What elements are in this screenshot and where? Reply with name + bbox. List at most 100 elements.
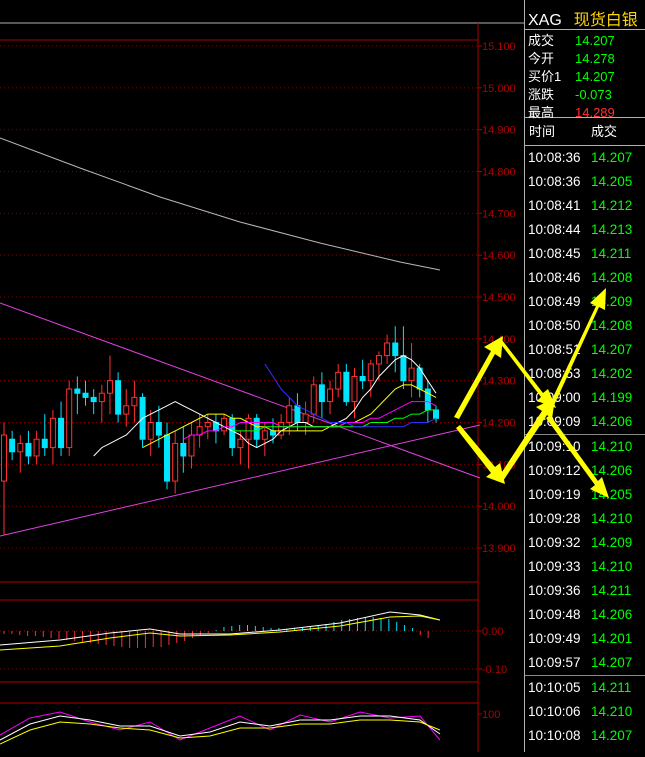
macd-dif-line [0, 611, 441, 646]
quote-label: 今开 [528, 51, 555, 66]
tick-row[interactable]: 10:08:49 14.209 [525, 290, 645, 314]
tick-time: 10:08:36 [528, 150, 581, 165]
tick-price: 14.211 [591, 583, 632, 598]
price-axis-label: 14.300 [482, 376, 516, 388]
moving-average-line [232, 409, 436, 432]
candle-body [237, 438, 244, 449]
tick-time: 10:09:09 [528, 414, 581, 429]
price-axis-label: 14.000 [482, 501, 516, 513]
tick-row[interactable]: 10:08:53 14.202 [525, 362, 645, 386]
candle-body [90, 396, 97, 403]
price-column-header: 成交 [591, 124, 618, 139]
candle-body [106, 380, 113, 394]
ticks-header: 时间 成交 [525, 118, 645, 146]
quote-label: 涨跌 [528, 87, 555, 102]
time-column-header: 时间 [529, 124, 556, 139]
candle-body [261, 430, 268, 440]
tick-row[interactable]: 10:08:36 14.207 [525, 146, 645, 170]
candle-body [25, 442, 32, 457]
tick-row[interactable]: 10:09:48 14.206 [525, 603, 645, 627]
tick-time: 10:10:06 [528, 704, 581, 719]
tick-time: 10:09:57 [528, 655, 581, 670]
instrument-name: 现货白银 [573, 12, 638, 29]
tick-time: 10:08:46 [528, 270, 581, 285]
price-axis-label: 14.900 [482, 125, 516, 137]
candle-body [41, 438, 48, 449]
candle-body [327, 388, 334, 403]
tick-row[interactable]: 10:08:50 14.208 [525, 314, 645, 338]
tick-price: 14.210 [591, 439, 633, 454]
tick-time: 10:09:48 [528, 607, 581, 622]
candle-body [1, 434, 7, 482]
candle-body [49, 417, 56, 449]
price-axis-label: 13.900 [482, 543, 516, 555]
tick-time: 10:09:49 [528, 631, 581, 646]
tick-price: 14.210 [591, 704, 633, 719]
candle-body [172, 442, 179, 482]
tick-row[interactable]: 10:09:19 14.205 [525, 483, 645, 507]
tick-row[interactable]: 10:08:36 14.205 [525, 170, 645, 194]
quote-row: 今开 14.278 [525, 50, 645, 68]
tick-time: 10:08:53 [528, 366, 581, 381]
tick-row[interactable]: 10:10:05 14.211 [525, 676, 645, 700]
quote-value: 14.207 [575, 33, 615, 48]
tick-row[interactable]: 10:08:41 14.212 [525, 194, 645, 218]
quote-row: 买价1 14.207 [525, 68, 645, 86]
tick-row[interactable]: 10:08:51 14.207 [525, 338, 645, 362]
tick-row[interactable]: 10:09:32 14.209 [525, 531, 645, 555]
tick-price: 14.210 [591, 559, 633, 574]
candle-body [180, 442, 187, 457]
tick-price: 14.206 [591, 463, 633, 478]
tick-row[interactable]: 10:09:57 14.207 [525, 651, 645, 676]
candle-body [82, 392, 89, 398]
tick-row[interactable]: 10:09:10 14.210 [525, 435, 645, 459]
tick-row[interactable]: 10:08:44 14.213 [525, 218, 645, 242]
tick-price: 14.202 [591, 366, 633, 381]
price-axis-label: 14.200 [482, 418, 516, 430]
tick-price: 14.207 [591, 342, 633, 357]
tick-price: 14.211 [591, 680, 632, 695]
candle-body [115, 380, 122, 415]
candle-body [155, 422, 162, 436]
long-ma-line [0, 137, 441, 271]
quote-value: -0.073 [575, 87, 612, 102]
tick-row[interactable]: 10:08:45 14.211 [525, 242, 645, 266]
price-axis-label: 14.600 [482, 250, 516, 262]
tick-row[interactable]: 10:09:33 14.210 [525, 555, 645, 579]
tick-row[interactable]: 10:10:08 14.207 [525, 724, 645, 748]
price-axis-label: 14.400 [482, 334, 516, 346]
candle-body [188, 434, 195, 457]
tick-time: 10:08:51 [528, 342, 581, 357]
tick-time: 10:09:36 [528, 583, 581, 598]
tick-price: 14.213 [591, 222, 633, 237]
tick-price: 14.205 [591, 487, 633, 502]
tick-row[interactable]: 10:09:28 14.210 [525, 507, 645, 531]
candle-body [269, 430, 276, 436]
price-axis-label: 14.500 [482, 292, 516, 304]
kline-chart[interactable]: 15.100 15.000 14.900 14.800 14.700 14.600 14.5… [0, 0, 524, 752]
chart-pane[interactable]: 15.100 15.000 14.900 14.800 14.700 14.600 14.5… [0, 0, 524, 752]
tick-row[interactable]: 10:09:36 14.211 [525, 579, 645, 603]
quote-label: 买价1 [528, 69, 562, 84]
tick-price: 14.208 [591, 270, 633, 285]
candle-body [433, 409, 439, 419]
tick-time: 10:09:12 [528, 463, 581, 478]
candle-body [408, 367, 415, 382]
candle-body [359, 375, 366, 382]
candle-body [253, 417, 260, 440]
tick-row[interactable]: 10:08:46 14.208 [525, 266, 645, 290]
candle-body [74, 388, 81, 394]
tick-row[interactable]: 10:09:09 14.206 [525, 410, 645, 435]
price-axis-label: 14.100 [482, 459, 516, 471]
tick-row[interactable]: 10:10:06 14.210 [525, 700, 645, 724]
tick-row[interactable]: 10:09:00 14.199 [525, 386, 645, 410]
candle-body [294, 405, 301, 423]
tick-row[interactable]: 10:09:12 14.206 [525, 459, 645, 483]
instrument-header: XAG 现货白银 [525, 0, 645, 30]
candle-body [33, 438, 40, 457]
tick-price: 14.205 [591, 174, 633, 189]
tick-price: 14.201 [591, 631, 633, 646]
tick-time: 10:10:08 [528, 728, 581, 743]
tick-list[interactable]: 10:08:36 14.207 10:08:36 14.205 10:08:41 14.2… [525, 146, 645, 748]
tick-row[interactable]: 10:09:49 14.201 [525, 627, 645, 651]
